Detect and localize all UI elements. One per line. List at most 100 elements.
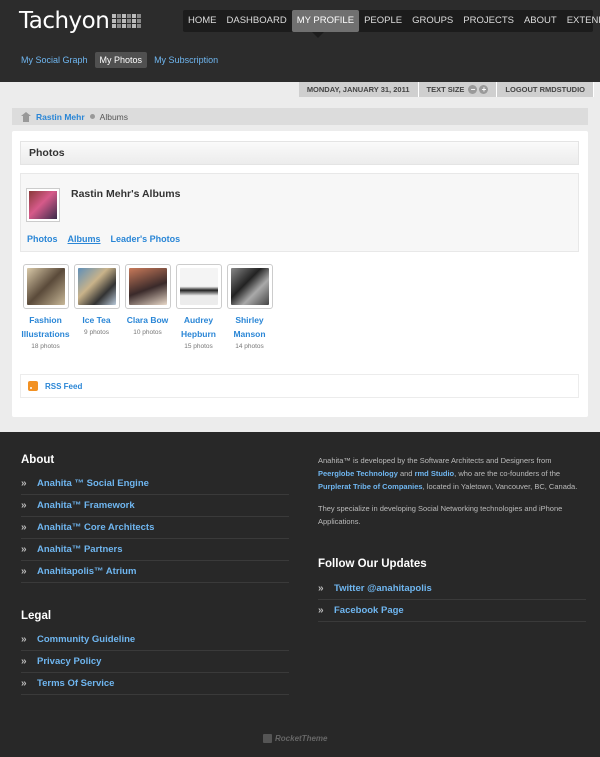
chevron-right-icon: »	[21, 500, 27, 511]
album-name-link[interactable]: Clara Bow	[122, 313, 173, 327]
purplerat-link[interactable]: Purplerat Tribe of Companies	[318, 482, 423, 491]
subnav-my-social-graph[interactable]: My Social Graph	[16, 52, 93, 68]
sub-nav: My Social Graph My Photos My Subscriptio…	[16, 52, 225, 68]
album-thumbnail[interactable]	[226, 264, 273, 309]
album-thumbnail[interactable]	[124, 264, 171, 309]
rss-feed-link[interactable]: RSS Feed	[45, 382, 82, 391]
logo[interactable]: Tachyon	[19, 8, 142, 34]
footer-link[interactable]: Anahita™ Partners	[37, 544, 123, 555]
album-name-link[interactable]: Shirley Manson	[224, 313, 275, 341]
chevron-right-icon: »	[21, 544, 27, 555]
nav-dashboard[interactable]: DASHBOARD	[222, 10, 292, 32]
nav-home[interactable]: HOME	[183, 10, 222, 32]
chevron-right-icon: »	[21, 678, 27, 689]
list-item[interactable]: » Anahitapolis™ Atrium	[21, 561, 289, 583]
follow-links: » Twitter @anahitapolis » Facebook Page	[318, 578, 586, 622]
list-item[interactable]: » Anahita ™ Social Engine	[21, 473, 289, 495]
nav-extend[interactable]: EXTEND	[562, 10, 600, 32]
follow-heading: Follow Our Updates	[318, 558, 427, 570]
text-size-control: TEXT SIZE − +	[418, 82, 498, 97]
text-size-decrease-button[interactable]: −	[468, 85, 478, 94]
album-name-link[interactable]: Ice Tea	[71, 313, 122, 327]
top-utility-bar: MONDAY, JANUARY 31, 2011 TEXT SIZE − + L…	[298, 82, 594, 97]
peerglobe-link[interactable]: Peerglobe Technology	[318, 469, 398, 478]
breadcrumb-separator-icon	[89, 114, 95, 119]
album-thumbnail[interactable]	[22, 264, 69, 309]
footer: About » Anahita ™ Social Engine » Anahita™…	[0, 432, 600, 757]
list-item[interactable]: » Community Guideline	[21, 629, 289, 651]
tab-albums[interactable]: Albums	[68, 234, 101, 244]
album-name-link[interactable]: Audrey Hepburn	[173, 313, 224, 341]
list-item[interactable]: » Anahita™ Framework	[21, 495, 289, 517]
subnav-my-subscription[interactable]: My Subscription	[149, 52, 223, 68]
logo-text: Tachyon	[19, 8, 110, 34]
panel-title: Photos	[29, 147, 65, 159]
album-thumbnail[interactable]	[175, 264, 222, 309]
theme-credit-text: RocketTheme	[275, 734, 328, 743]
panel-header: Photos	[20, 141, 579, 165]
chevron-right-icon: »	[21, 656, 27, 667]
tab-leaders-photos[interactable]: Leader's Photos	[111, 234, 181, 244]
footer-link[interactable]: Anahita™ Framework	[37, 500, 135, 511]
legal-links: » Community Guideline » Privacy Policy » Te…	[21, 629, 289, 695]
album-photo-count: 10 photos	[133, 329, 162, 336]
twitter-link[interactable]: Twitter @anahitapolis	[334, 583, 432, 594]
active-nav-pointer-icon	[312, 32, 324, 38]
rockettheme-logo-icon	[263, 734, 272, 743]
album-photo-count: 9 photos	[84, 329, 109, 336]
breadcrumb-current: Albums	[99, 111, 128, 122]
nav-about[interactable]: ABOUT	[519, 10, 562, 32]
chevron-right-icon: »	[21, 634, 27, 645]
album-photo-count: 14 photos	[235, 343, 264, 350]
legal-heading: Legal	[21, 610, 52, 622]
owner-albums-box: Rastin Mehr's Albums Photos Albums Leade…	[20, 173, 579, 252]
chevron-right-icon: »	[318, 583, 324, 594]
date-display: MONDAY, JANUARY 31, 2011	[298, 82, 419, 97]
list-item: Shirley Manson 14 photos	[224, 264, 275, 350]
footer-link[interactable]: Anahita ™ Social Engine	[37, 478, 149, 489]
footer-link[interactable]: Community Guideline	[37, 634, 135, 645]
footer-link[interactable]: Privacy Policy	[37, 656, 101, 667]
footer-link[interactable]: Terms Of Service	[37, 678, 114, 689]
tab-photos[interactable]: Photos	[27, 234, 58, 244]
avatar-image	[29, 191, 57, 219]
list-item: Clara Bow 10 photos	[122, 264, 173, 350]
chevron-right-icon: »	[318, 605, 324, 616]
subnav-my-photos[interactable]: My Photos	[94, 52, 148, 68]
list-item[interactable]: » Terms Of Service	[21, 673, 289, 695]
list-item[interactable]: » Privacy Policy	[21, 651, 289, 673]
about-description-2: They specialize in developing Social Net…	[318, 504, 563, 526]
logo-pattern-icon	[112, 14, 142, 28]
list-item[interactable]: » Twitter @anahitapolis	[318, 578, 586, 600]
list-item: Audrey Hepburn 15 photos	[173, 264, 224, 350]
chevron-right-icon: »	[21, 478, 27, 489]
nav-my-profile[interactable]: MY PROFILE	[291, 10, 360, 32]
rss-icon[interactable]	[28, 381, 38, 391]
album-name-link[interactable]: Fashion Illustrations	[20, 313, 71, 341]
list-item[interactable]: » Facebook Page	[318, 600, 586, 622]
album-thumbnail[interactable]	[73, 264, 120, 309]
album-list: Fashion Illustrations 18 photos Ice Tea 9…	[20, 264, 275, 350]
list-item[interactable]: » Anahita™ Core Architects	[21, 517, 289, 539]
nav-projects[interactable]: PROJECTS	[458, 10, 519, 32]
facebook-link[interactable]: Facebook Page	[334, 605, 404, 616]
nav-people[interactable]: PEOPLE	[359, 10, 407, 32]
text-size-increase-button[interactable]: +	[479, 85, 489, 94]
nav-groups[interactable]: GROUPS	[407, 10, 458, 32]
text-size-label: TEXT SIZE	[426, 85, 465, 94]
footer-link[interactable]: Anahitapolis™ Atrium	[37, 566, 136, 577]
about-description: Anahita™ is developed by the Software Ar…	[318, 456, 578, 491]
breadcrumb: Rastin Mehr Albums	[12, 108, 588, 125]
list-item: Fashion Illustrations 18 photos	[20, 264, 71, 350]
footer-link[interactable]: Anahita™ Core Architects	[37, 522, 154, 533]
logout-button[interactable]: LOGOUT RMDSTUDIO	[497, 82, 594, 97]
header: Tachyon HOME DASHBOARD MY PROFILE PEOPLE…	[0, 0, 600, 82]
breadcrumb-link-rastin-mehr[interactable]: Rastin Mehr	[36, 112, 85, 122]
home-icon[interactable]	[21, 111, 31, 122]
rmd-studio-link[interactable]: rmd Studio	[415, 469, 455, 478]
theme-credit[interactable]: RocketTheme	[263, 734, 327, 743]
avatar[interactable]	[26, 188, 60, 222]
chevron-right-icon: »	[21, 522, 27, 533]
about-heading: About	[21, 454, 55, 466]
list-item[interactable]: » Anahita™ Partners	[21, 539, 289, 561]
